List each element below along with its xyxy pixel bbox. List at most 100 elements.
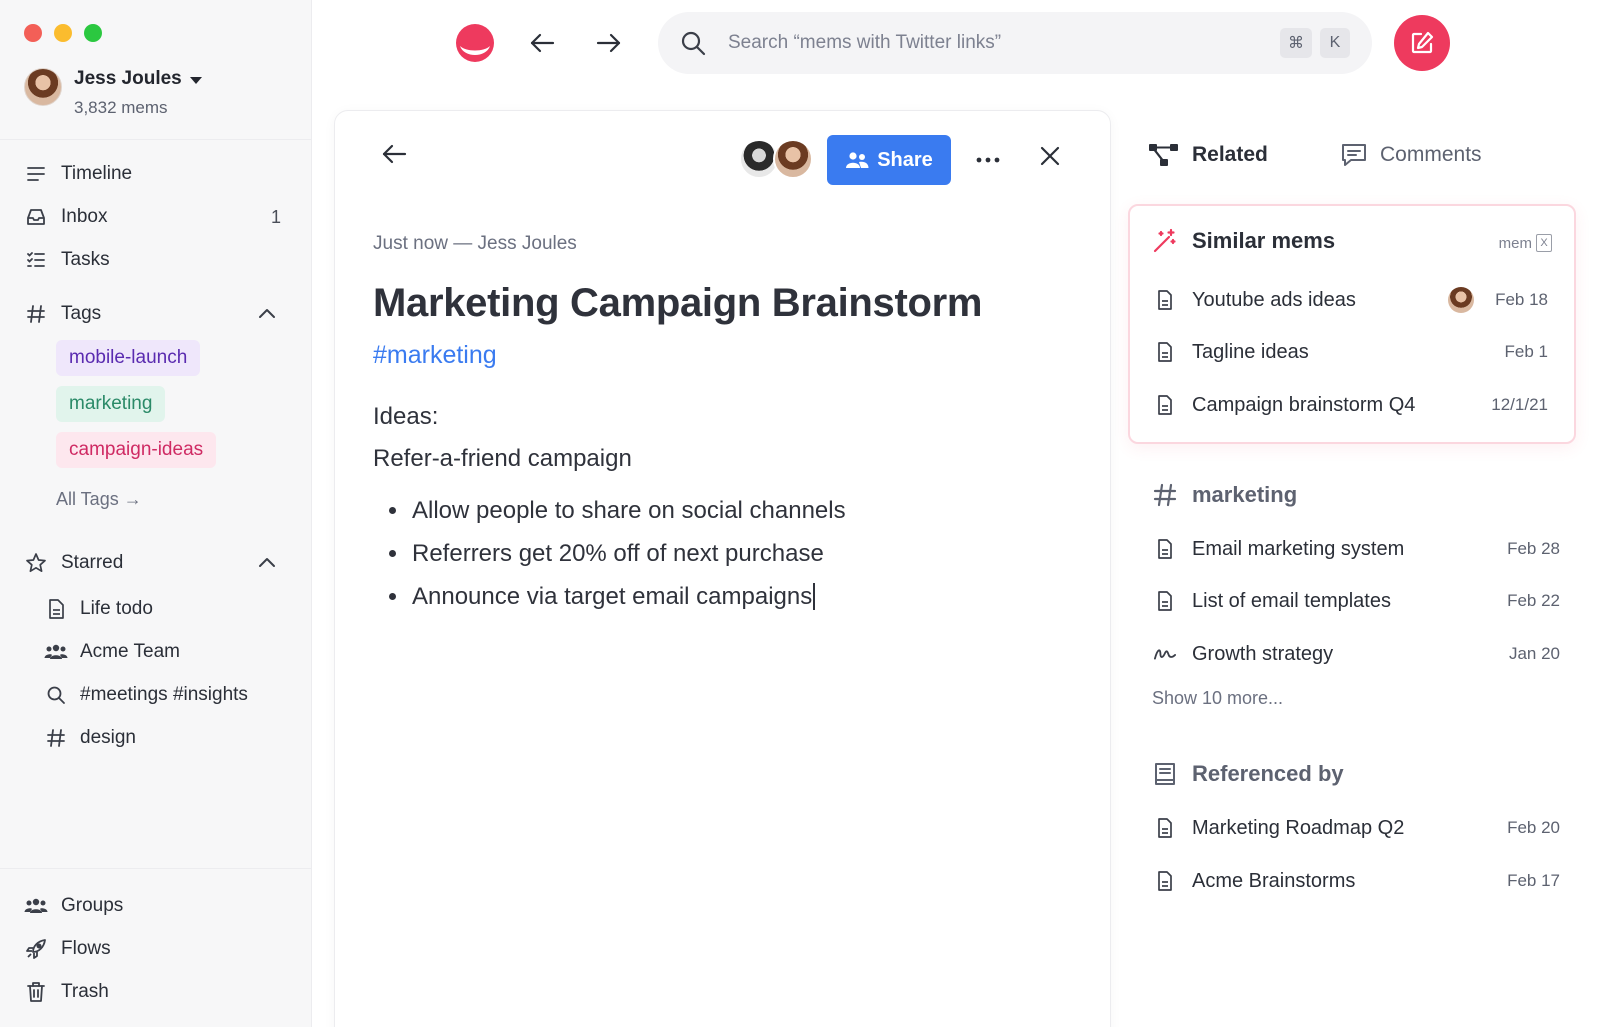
related-item-tagline-ideas[interactable]: Tagline ideas [1154,336,1309,368]
nav-inbox[interactable]: Inbox 1 [24,201,281,233]
nav-label: Flows [61,938,111,959]
nav-label: Timeline [61,163,133,184]
ellipsis-icon [975,147,1001,173]
item-label: List of email templates [1192,589,1391,612]
people-icon [845,151,869,169]
inbox-count-badge: 1 [270,206,281,227]
chevron-up-icon[interactable] [257,553,277,573]
section-title: Similar mems [1192,228,1336,253]
mem-logo[interactable] [456,24,494,62]
starred-label: Life todo [80,598,153,619]
mem-bullet-list: Allow people to share on social channels… [375,489,846,618]
minimize-window-button[interactable] [54,24,72,42]
related-item-email-marketing[interactable]: Email marketing system [1154,533,1404,565]
document-icon [1154,394,1176,416]
bullet-text: Allow people to share on social channels [412,496,846,524]
document-icon [1154,590,1176,612]
mem-body-line[interactable]: Refer-a-friend campaign [373,445,632,473]
list-item[interactable]: Referrers get 20% off of next purchase [375,532,846,575]
tag-mobile-launch[interactable]: mobile-launch [56,340,201,376]
close-button[interactable] [1039,145,1061,167]
window-controls [24,24,102,42]
show-more-link[interactable]: Show 10 more... [1152,688,1283,709]
mem-hashtag[interactable]: #marketing [373,341,497,370]
nav-tasks[interactable]: Tasks [24,244,281,276]
close-window-button[interactable] [24,24,42,42]
tab-label: Related [1192,143,1268,166]
starred-item-acme-team[interactable]: Acme Team [44,636,180,668]
search-bar[interactable]: Search “mems with Twitter links” ⌘ K [658,12,1372,74]
avatar [24,68,62,106]
nav-timeline[interactable]: Timeline [24,158,281,190]
referenced-item-marketing-roadmap[interactable]: Marketing Roadmap Q2 [1154,812,1404,844]
new-mem-button[interactable] [1394,15,1450,71]
shortcut-key-k: K [1320,28,1350,58]
all-tags-link[interactable]: All Tags → [56,489,142,510]
item-date: Feb 17 [1507,871,1560,890]
nav-label: Tasks [61,249,110,270]
sidebar: Jess Joules 3,832 mems Timeline Inbox 1 … [0,0,312,1027]
forward-nav-button[interactable] [592,26,626,60]
nav-trash[interactable]: Trash [24,976,281,1008]
bullet-icon [389,507,396,514]
people-icon [44,640,68,664]
related-item-youtube-ads[interactable]: Youtube ads ideas [1154,284,1356,316]
related-item-email-templates[interactable]: List of email templates [1154,585,1391,617]
more-options-button[interactable] [975,147,1001,173]
list-item[interactable]: Announce via target email campaigns [375,575,846,618]
item-label: Email marketing system [1192,537,1405,560]
inbox-icon [24,205,48,229]
starred-label: design [80,727,136,748]
related-item-growth-strategy[interactable]: Growth strategy [1154,638,1333,670]
share-label: Share [877,148,933,171]
magic-wand-icon [1152,228,1178,254]
nav-label: Groups [61,895,124,916]
related-item-campaign-brainstorm-q4[interactable]: Campaign brainstorm Q4 [1154,389,1415,421]
tag-campaign-ideas[interactable]: campaign-ideas [56,432,217,468]
collaborators[interactable] [739,139,813,179]
tasks-icon [24,248,48,272]
account-switcher[interactable]: Jess Joules 3,832 mems [24,68,202,118]
share-button[interactable]: Share [827,135,951,185]
back-nav-button[interactable] [525,26,559,60]
tab-related[interactable]: Related [1148,142,1268,168]
arrow-left-icon [381,143,407,165]
user-name: Jess Joules [74,68,182,89]
chevron-up-icon[interactable] [257,304,277,324]
mem-title[interactable]: Marketing Campaign Brainstorm [373,281,983,326]
search-icon [44,683,68,707]
close-mem-back-button[interactable] [381,143,407,165]
bullet-icon [389,550,396,557]
tab-comments[interactable]: Comments [1340,142,1482,168]
badge-x: X [1536,234,1552,252]
tags-section-header[interactable]: Tags [24,298,277,330]
item-date: Feb 1 [1504,342,1548,361]
hashtag-icon [24,302,48,326]
item-label: Youtube ads ideas [1192,288,1356,311]
mem-count: 3,832 mems [74,98,168,117]
starred-item-design[interactable]: design [44,722,136,754]
section-title: Referenced by [1192,761,1344,786]
divider [0,868,311,869]
divider [0,139,311,140]
timeline-icon [24,162,48,186]
item-label: Tagline ideas [1192,340,1309,363]
mem-body-line[interactable]: Ideas: [373,403,438,431]
similar-mems-header: Similar mems [1152,228,1335,254]
item-label: Acme Brainstorms [1192,869,1356,892]
compose-icon [1409,30,1435,56]
starred-item-meetings-search[interactable]: #meetings #insights [44,679,248,711]
item-date: Feb 22 [1507,591,1560,610]
list-item[interactable]: Allow people to share on social channels [375,489,846,532]
tag-marketing[interactable]: marketing [56,386,166,422]
maximize-window-button[interactable] [84,24,102,42]
referenced-item-acme-brainstorms[interactable]: Acme Brainstorms [1154,865,1355,897]
document-icon [1154,538,1176,560]
nav-groups[interactable]: Groups [24,890,281,922]
nav-flows[interactable]: Flows [24,933,281,965]
starred-item-life-todo[interactable]: Life todo [44,593,153,625]
marketing-tag-header[interactable]: marketing [1152,482,1297,508]
section-title: marketing [1192,482,1298,507]
nav-label: Trash [61,981,109,1002]
starred-section-header[interactable]: Starred [24,547,277,579]
